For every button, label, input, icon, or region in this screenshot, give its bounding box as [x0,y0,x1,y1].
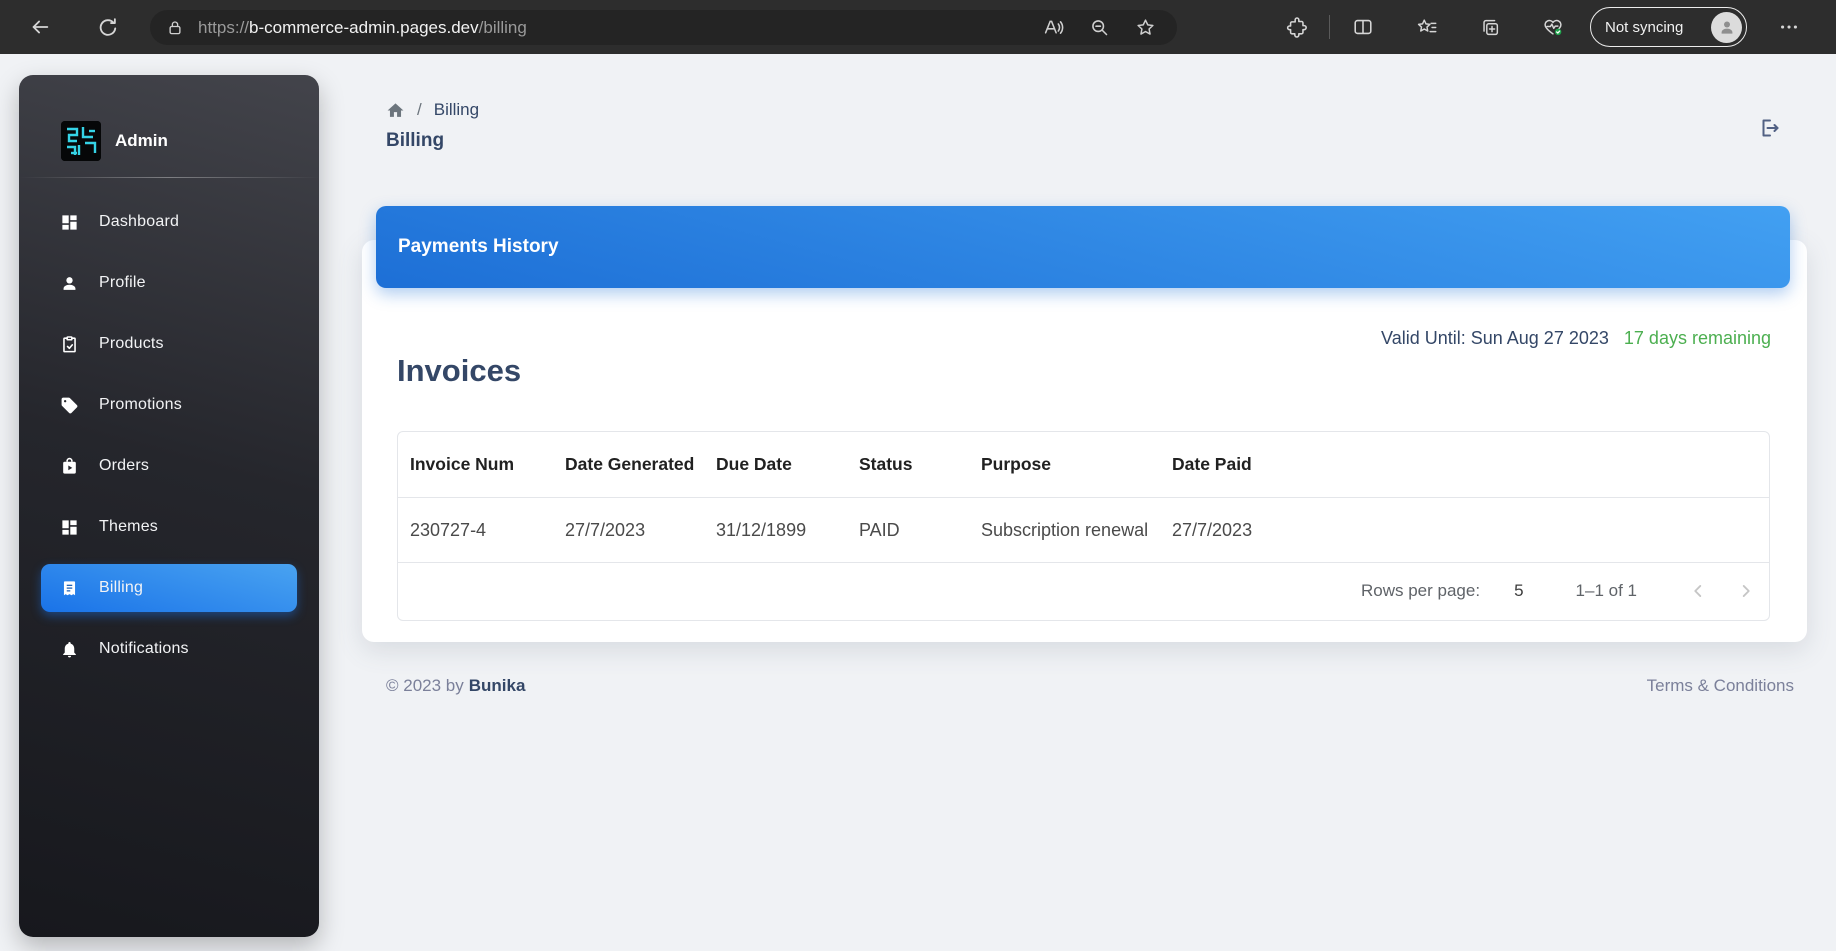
split-screen-icon[interactable] [1350,14,1376,40]
sidebar-item-profile[interactable]: Profile [41,259,297,307]
cell-due-date: 31/12/1899 [704,520,847,541]
collections-icon[interactable] [1477,14,1503,40]
sidebar-item-dashboard[interactable]: Dashboard [41,198,297,246]
column-header-date-generated[interactable]: Date Generated [553,454,704,475]
app-viewport: Admin Dashboard Profile Products [0,54,1836,951]
cell-date-generated: 27/7/2023 [553,520,704,541]
footer-brand: Bunika [469,676,526,695]
url-text[interactable]: https://b-commerce-admin.pages.dev/billi… [198,18,1041,38]
bell-icon [59,639,79,659]
sidebar-item-label: Notifications [99,640,189,658]
copyright-text: © 2023 by [386,676,464,695]
brand[interactable]: Admin [19,75,319,175]
receipt-icon [59,578,79,598]
column-header-status[interactable]: Status [847,454,969,475]
logout-icon[interactable] [1757,116,1783,142]
subscription-validity: Valid Until: Sun Aug 27 2023 17 days rem… [1381,328,1771,349]
sidebar-item-label: Promotions [99,396,182,414]
read-aloud-icon[interactable] [1041,16,1065,40]
browser-essentials-icon[interactable] [1540,14,1566,40]
column-header-invoice-num[interactable]: Invoice Num [398,454,553,475]
back-icon[interactable] [27,14,53,40]
tag-icon [59,395,79,415]
zoom-out-icon[interactable] [1087,16,1111,40]
browser-toolbar: https://b-commerce-admin.pages.dev/billi… [0,0,1836,54]
invoices-heading: Invoices [397,353,521,389]
table-row[interactable]: 230727-4 27/7/2023 31/12/1899 PAID Subsc… [398,498,1769,563]
billing-card: Valid Until: Sun Aug 27 2023 17 days rem… [362,240,1807,642]
payments-history-banner: Payments History [376,206,1790,288]
sidebar-item-products[interactable]: Products [41,320,297,368]
profile-sync-button[interactable]: Not syncing [1590,7,1747,47]
sidebar-item-promotions[interactable]: Promotions [41,381,297,429]
sidebar-item-label: Billing [99,579,143,597]
favorite-star-icon[interactable] [1133,16,1157,40]
invoices-table: Invoice Num Date Generated Due Date Stat… [397,431,1770,621]
sidebar-item-themes[interactable]: Themes [41,503,297,551]
page-title: Billing [386,130,444,152]
sidebar: Admin Dashboard Profile Products [19,75,319,937]
pagination-range: 1–1 of 1 [1576,581,1637,601]
url-host: b-commerce-admin.pages.dev [249,18,479,37]
banner-title: Payments History [398,236,559,258]
sidebar-item-label: Themes [99,518,158,536]
days-remaining-text: 17 days remaining [1624,328,1771,348]
sync-status-label: Not syncing [1605,19,1683,36]
url-path: /billing [479,18,527,37]
extensions-icon[interactable] [1284,14,1310,40]
rows-per-page-select[interactable]: 5 [1514,581,1523,601]
cell-date-paid: 27/7/2023 [1160,520,1769,541]
breadcrumb-separator: / [417,100,422,120]
refresh-icon[interactable] [95,14,121,40]
sidebar-item-label: Products [99,335,164,353]
column-header-date-paid[interactable]: Date Paid [1160,454,1769,475]
lock-icon[interactable] [166,19,184,37]
settings-menu-icon[interactable] [1776,14,1802,40]
column-header-purpose[interactable]: Purpose [969,454,1160,475]
footer-copyright: © 2023 by Bunika [386,676,525,696]
table-pagination: Rows per page: 5 1–1 of 1 [398,563,1769,619]
breadcrumb-current[interactable]: Billing [434,100,479,120]
rows-per-page-label: Rows per page: [1361,581,1480,601]
cell-status: PAID [847,520,969,541]
dashboard-icon [59,212,79,232]
sidebar-item-label: Dashboard [99,213,179,231]
column-header-due-date[interactable]: Due Date [704,454,847,475]
valid-until-text: Valid Until: Sun Aug 27 2023 [1381,328,1609,348]
table-header-row: Invoice Num Date Generated Due Date Stat… [398,432,1769,498]
cell-purpose: Subscription renewal [969,520,1160,541]
person-icon [59,273,79,293]
toolbar-divider [1329,15,1330,39]
previous-page-icon[interactable] [1683,576,1713,606]
address-bar[interactable]: https://b-commerce-admin.pages.dev/billi… [150,10,1177,45]
sidebar-item-notifications[interactable]: Notifications [41,625,297,673]
screen: https://b-commerce-admin.pages.dev/billi… [0,0,1836,951]
clipboard-check-icon [59,334,79,354]
favorites-bar-icon[interactable] [1414,14,1440,40]
sidebar-item-billing[interactable]: Billing [41,564,297,612]
url-scheme: https:// [198,18,249,37]
avatar [1711,12,1742,43]
sidebar-item-orders[interactable]: Orders [41,442,297,490]
brand-logo-icon [61,121,101,161]
brand-name: Admin [115,131,168,151]
home-icon[interactable] [386,101,405,120]
orders-bag-icon [59,456,79,476]
sidebar-item-label: Orders [99,457,149,475]
cell-invoice-num: 230727-4 [398,520,553,541]
next-page-icon[interactable] [1731,576,1761,606]
sidebar-nav: Dashboard Profile Products Promotions Or… [19,178,319,673]
breadcrumb: / Billing [386,100,479,120]
sidebar-item-label: Profile [99,274,146,292]
themes-grid-icon [59,517,79,537]
terms-link[interactable]: Terms & Conditions [1647,676,1794,696]
